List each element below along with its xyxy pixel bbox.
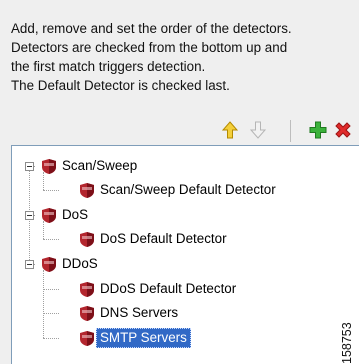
tree-item-label[interactable]: DDoS Default Detector xyxy=(97,280,239,298)
tree-item-label[interactable]: DoS xyxy=(59,206,91,224)
add-icon xyxy=(309,121,327,139)
tree-item-label[interactable]: DoS Default Detector xyxy=(97,230,230,248)
arrow-up-icon xyxy=(222,121,238,139)
instruction-line: The Default Detector is checked last. xyxy=(11,78,230,93)
instruction-line: Detectors are checked from the bottom up… xyxy=(11,40,288,55)
figure-number-text: 158753 xyxy=(340,322,354,364)
detector-icon xyxy=(80,232,94,247)
figure-number: 158753 xyxy=(336,300,358,364)
detector-group-icon xyxy=(42,257,56,272)
move-up-button[interactable] xyxy=(219,118,241,142)
tree-connector xyxy=(43,239,59,240)
tree-item-label-selected[interactable]: SMTP Servers xyxy=(96,328,191,348)
tree-item-label[interactable]: Scan/Sweep Default Detector xyxy=(97,181,279,199)
detector-group-icon xyxy=(42,159,56,174)
tree-connector xyxy=(43,313,59,314)
instruction-line: Add, remove and set the order of the det… xyxy=(11,21,292,36)
instruction-line: the first match triggers detection. xyxy=(11,59,206,74)
detector-toolbar xyxy=(215,118,359,142)
instructions-text: Add, remove and set the order of the det… xyxy=(11,19,356,95)
tree-item-label[interactable]: DNS Servers xyxy=(97,304,181,322)
remove-icon xyxy=(335,122,351,138)
detector-tree[interactable]: Scan/Sweep Scan/Sweep Default Detector D… xyxy=(11,145,359,364)
tree-connector xyxy=(43,338,59,339)
arrow-down-icon xyxy=(250,121,266,139)
remove-detector-button[interactable] xyxy=(332,118,354,142)
tree-item-label[interactable]: Scan/Sweep xyxy=(59,157,140,175)
detector-icon xyxy=(80,306,94,321)
detector-icon xyxy=(80,282,94,297)
tree-item-label[interactable]: DDoS xyxy=(59,255,101,273)
collapse-toggle[interactable] xyxy=(25,260,34,269)
detector-panel: Add, remove and set the order of the det… xyxy=(0,0,359,364)
detector-icon xyxy=(80,183,94,198)
tree-connector xyxy=(43,270,44,338)
move-down-button[interactable] xyxy=(247,118,269,142)
detector-group-icon xyxy=(42,208,56,223)
add-detector-button[interactable] xyxy=(307,118,329,142)
tree-connector xyxy=(43,190,59,191)
collapse-toggle[interactable] xyxy=(25,162,34,171)
toolbar-separator xyxy=(290,120,291,142)
collapse-toggle[interactable] xyxy=(25,211,34,220)
tree-connector xyxy=(43,289,59,290)
detector-icon xyxy=(80,331,94,346)
